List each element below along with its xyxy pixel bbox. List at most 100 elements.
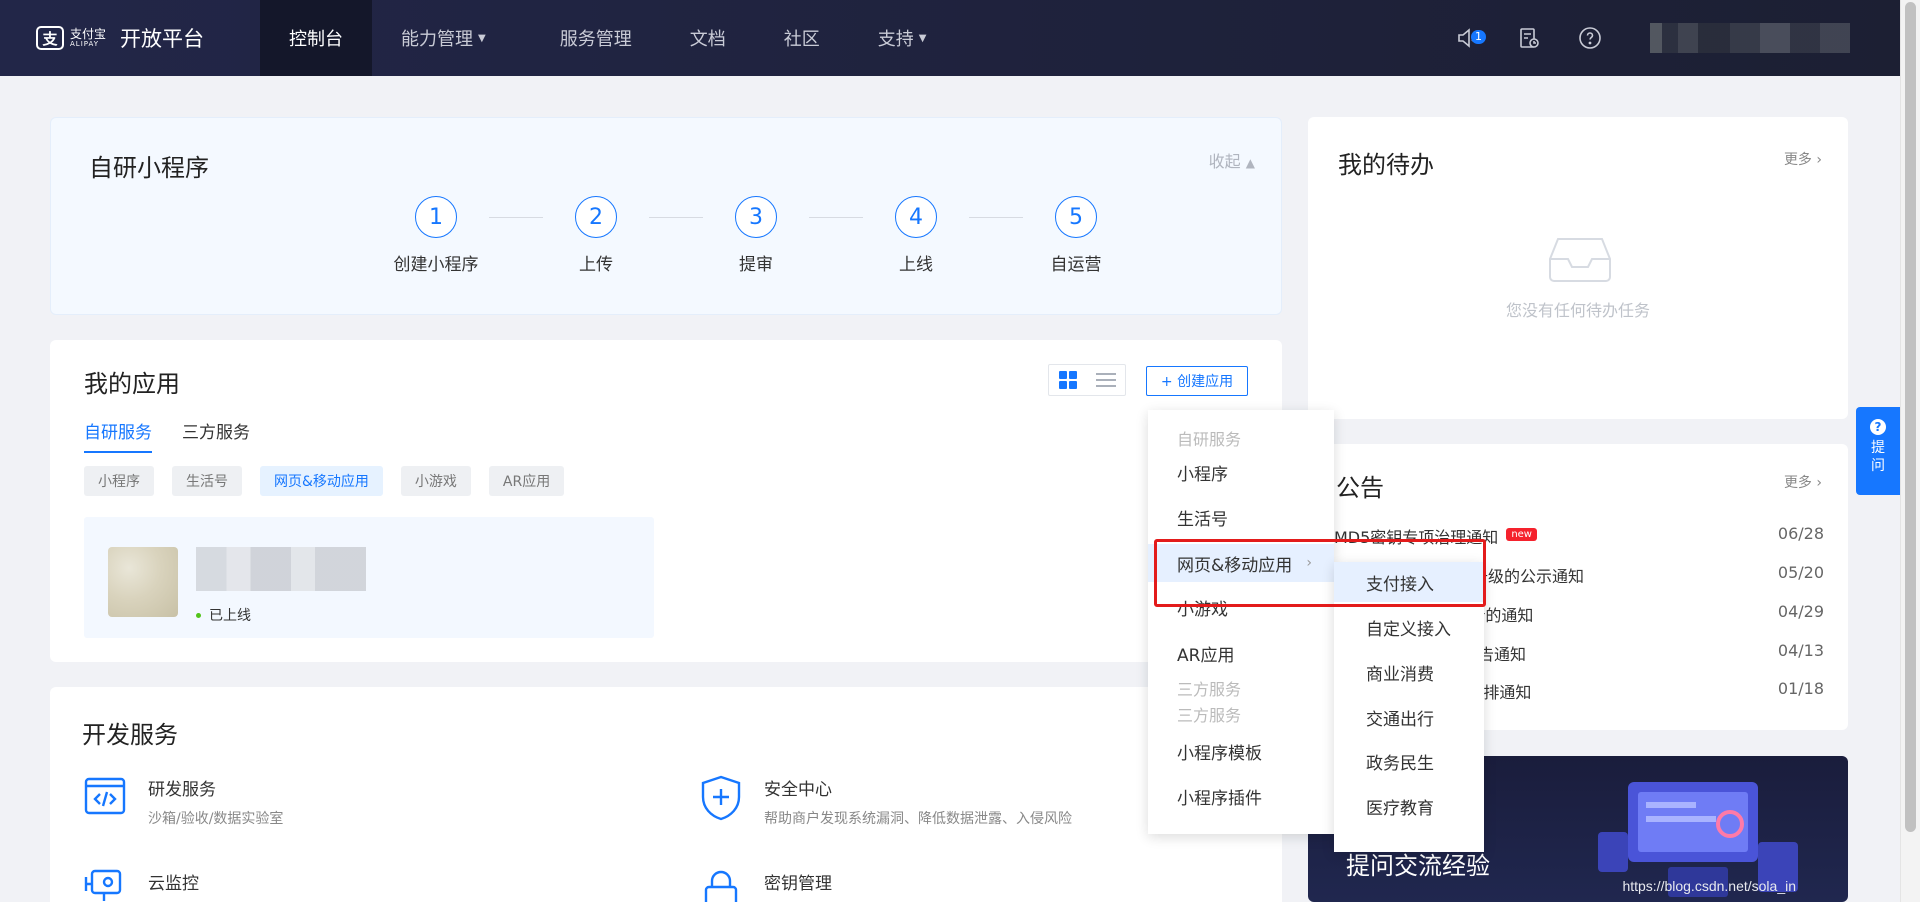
service-monitor[interactable]: 云监控 <box>84 869 199 902</box>
service-rd[interactable]: 研发服务 沙箱/验收/数据实验室 <box>84 775 283 828</box>
app-name-redacted <box>196 547 366 591</box>
menu-item-miniapp[interactable]: 小程序 <box>1148 453 1334 491</box>
chevron-right-icon: › <box>1816 152 1822 168</box>
tab-third-service[interactable]: 三方服务 <box>182 418 250 453</box>
status-label: 已上线 <box>209 608 251 624</box>
empty-text: 您没有任何待办任务 <box>1505 301 1650 320</box>
service-title: 研发服务 <box>148 780 216 800</box>
submenu-item-commerce[interactable]: 商业消费 <box>1334 652 1484 692</box>
card-title: 开发服务 <box>82 721 178 749</box>
nav-console[interactable]: 控制台 <box>260 0 372 76</box>
more-label: 更多 <box>1783 475 1812 491</box>
todo-card: 我的待办 更多 › 您没有任何待办任务 <box>1308 117 1848 419</box>
annotation-highlight-box <box>1154 539 1486 607</box>
platform-title: 开放平台 <box>120 27 205 51</box>
notice-date: 05/20 <box>1777 563 1824 582</box>
menu-item-template[interactable]: 小程序模板 <box>1148 732 1334 770</box>
collapse-label: 收起 <box>1208 152 1241 171</box>
step-number: 2 <box>575 196 617 238</box>
view-toggle <box>1048 364 1126 396</box>
nav-label: 服务管理 <box>559 29 632 50</box>
service-title: 云监控 <box>148 874 199 894</box>
alipay-logo-icon: 支 <box>36 26 64 50</box>
nav-support[interactable]: 支持 ▼ <box>849 0 956 76</box>
chip-life[interactable]: 生活号 <box>172 466 242 496</box>
collapse-button[interactable]: 收起 ▲ <box>1209 148 1255 172</box>
nav-right: 1 <box>1427 0 1900 76</box>
create-app-button[interactable]: + 创建应用 <box>1146 366 1248 396</box>
code-icon <box>84 775 128 819</box>
status-dot-icon <box>196 612 201 618</box>
menu-group-third: 三方服务 <box>1177 706 1242 725</box>
nav-label: 支持 <box>877 29 914 50</box>
tab-self-service[interactable]: 自研服务 <box>84 418 152 453</box>
menu-item-life[interactable]: 生活号 <box>1148 498 1334 536</box>
chip-web-mobile[interactable]: 网页&移动应用 <box>260 466 383 496</box>
card-title: 自研小程序 <box>89 154 209 182</box>
service-title: 安全中心 <box>764 780 832 800</box>
steps: 1 创建小程序 2 上传 3 提审 4 上线 5 自运营 <box>371 196 1141 275</box>
submenu-item-transport[interactable]: 交通出行 <box>1334 697 1484 737</box>
step-label: 上传 <box>579 255 613 275</box>
grid-view-icon[interactable] <box>1049 365 1087 395</box>
dev-services-card: 开发服务 研发服务 沙箱/验收/数据实验室 安全中心 帮助商户发现系统漏洞、降低数据… <box>50 687 1282 902</box>
nav-label: 能力管理 <box>401 29 473 50</box>
app-status: 已上线 <box>196 605 251 625</box>
step-operate: 5 自运营 <box>1011 196 1141 275</box>
notice-date: 04/29 <box>1777 602 1824 621</box>
chip-miniapp[interactable]: 小程序 <box>84 466 154 496</box>
lock-icon <box>700 869 744 902</box>
camera-icon <box>84 869 128 902</box>
floating-help-button[interactable]: ? 提 问 <box>1856 407 1900 495</box>
caret-down-icon: ▼ <box>918 32 927 44</box>
nav-label: 控制台 <box>289 29 343 50</box>
submenu-item-government[interactable]: 政务民生 <box>1334 741 1484 781</box>
caret-up-icon: ▲ <box>1245 156 1255 170</box>
step-label: 自运营 <box>1050 255 1102 275</box>
nav-service[interactable]: 服务管理 <box>515 0 661 76</box>
page-scrollbar[interactable] <box>1900 0 1920 902</box>
empty-inbox-icon <box>1548 235 1612 287</box>
watermark: https://blog.csdn.net/sola_in <box>1622 878 1796 894</box>
notice-more-link[interactable]: 更多 › <box>1784 472 1822 492</box>
step-label: 上线 <box>899 255 933 275</box>
card-title: 我的应用 <box>84 370 180 398</box>
help-label: 提 <box>1871 440 1885 456</box>
submenu-item-custom[interactable]: 自定义接入 <box>1334 607 1484 647</box>
service-key[interactable]: 密钥管理 <box>700 869 832 902</box>
chip-minigame[interactable]: 小游戏 <box>400 466 471 496</box>
card-title: 我的待办 <box>1338 151 1434 179</box>
scrollbar-thumb[interactable] <box>1905 2 1916 832</box>
notice-date: 04/13 <box>1777 641 1824 660</box>
service-security[interactable]: 安全中心 帮助商户发现系统漏洞、降低数据泄露、入侵风险 <box>700 775 1072 828</box>
menu-item-ar[interactable]: AR应用 <box>1148 634 1334 672</box>
menu-group-self: 自研服务 <box>1177 430 1242 449</box>
my-apps-card: 我的应用 + 创建应用 自研服务 三方服务 小程序 生活号 网页&移动应用 小游… <box>50 340 1282 662</box>
menu-item-plugin[interactable]: 小程序插件 <box>1148 777 1334 815</box>
create-app-menu: 自研服务 小程序 生活号 网页&移动应用 › 小游戏 AR应用 三方服务 三方服务… <box>1148 410 1334 834</box>
list-view-icon[interactable] <box>1087 365 1125 395</box>
nav-community[interactable]: 社区 <box>755 0 849 76</box>
shield-plus-icon <box>700 775 744 821</box>
step-launch: 4 上线 <box>851 196 981 275</box>
question-icon: ? <box>1870 419 1886 435</box>
chevron-right-icon: › <box>1816 475 1822 491</box>
nav-capability[interactable]: 能力管理 ▼ <box>372 0 515 76</box>
chip-ar[interactable]: AR应用 <box>488 466 565 496</box>
step-upload: 2 上传 <box>531 196 661 275</box>
new-badge: new <box>1506 528 1537 541</box>
nav-docs[interactable]: 文档 <box>661 0 755 76</box>
submenu-item-medical[interactable]: 医疗教育 <box>1334 786 1484 826</box>
brand[interactable]: 支 支付宝 ALIPAY 开放平台 <box>0 23 260 53</box>
more-label: 更多 <box>1783 152 1812 168</box>
user-avatar[interactable] <box>1650 23 1850 53</box>
brand-en: ALIPAY <box>70 39 100 48</box>
app-card[interactable]: 已上线 <box>84 517 654 638</box>
brand-sub: 支付宝 ALIPAY <box>70 28 106 49</box>
notice-date: 01/18 <box>1777 679 1824 698</box>
step-review: 3 提审 <box>691 196 821 275</box>
help-circle-icon[interactable] <box>1570 18 1610 58</box>
speaker-icon[interactable]: 1 <box>1448 18 1488 58</box>
todo-more-link[interactable]: 更多 › <box>1784 149 1822 169</box>
task-clock-icon[interactable] <box>1509 18 1549 58</box>
